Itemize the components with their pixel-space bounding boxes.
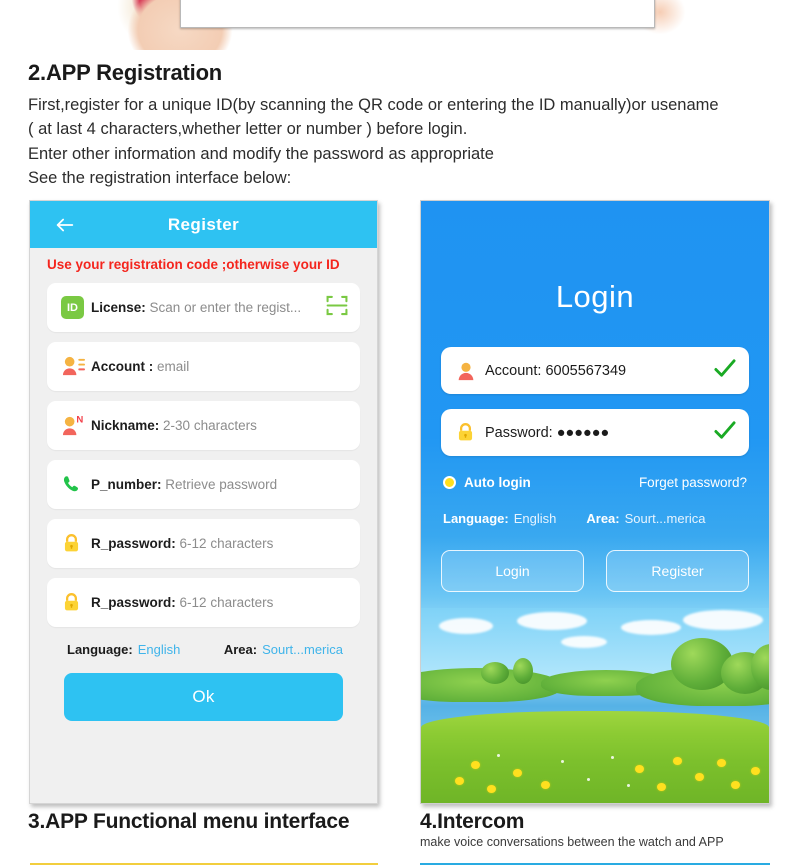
login-title: Login (555, 279, 635, 314)
auto-login-toggle[interactable]: Auto login (443, 475, 531, 490)
login-locale-row: Language: English Area: Sourt...merica (421, 490, 769, 526)
register-fields: ID License: Scan or enter the regist... (30, 277, 377, 803)
license-field-text: License: Scan or enter the regist... (91, 300, 301, 315)
article-line-3: Enter other information and modify the p… (28, 144, 494, 163)
register-button[interactable]: Register (606, 550, 749, 592)
account-label: Account : (91, 359, 154, 375)
login-screen: Login Account: 6005567349 Password: ●●●●… (420, 200, 770, 804)
password-value-2: 6-12 characters (179, 595, 274, 611)
login-options-row: Auto login Forget password? (421, 471, 769, 490)
page-title: 2.APP Registration (28, 60, 223, 85)
register-language-value[interactable]: English (138, 642, 181, 657)
article-block: 2.APP Registration First,register for a … (28, 60, 773, 190)
password-field-2[interactable]: R_password: 6-12 characters (47, 578, 360, 628)
password-field-2-text: R_password: 6-12 characters (91, 595, 273, 610)
license-value: Scan or enter the regist... (149, 300, 302, 316)
password-field-1[interactable]: R_password: 6-12 characters (47, 519, 360, 569)
license-field[interactable]: ID License: Scan or enter the regist... (47, 283, 360, 333)
login-account-value: 6005567349 (545, 362, 627, 379)
nickname-field-text: Nickname: 2-30 characters (91, 418, 257, 433)
article-line-4: See the registration interface below: (28, 168, 292, 187)
password-label-2: R_password: (91, 595, 176, 611)
register-screen: Register Use your registration code ;oth… (29, 200, 378, 804)
login-account-label: Account: (485, 362, 542, 379)
account-field[interactable]: Account : email (47, 342, 360, 392)
article-line-1: First,register for a unique ID(by scanni… (28, 96, 719, 114)
lock-icon (455, 422, 485, 443)
id-badge-icon: ID (61, 296, 91, 320)
login-area-value[interactable]: Sourt...merica (625, 511, 706, 526)
login-password-label: Password: (485, 424, 553, 441)
account-value: email (157, 359, 190, 375)
nickname-label: Nickname: (91, 418, 160, 434)
login-buttons-row: Login Register (421, 526, 769, 592)
nickname-value: 2-30 characters (163, 418, 257, 434)
article-line-2: ( at last 4 characters,whether letter or… (28, 120, 468, 139)
register-title: Register (167, 214, 240, 234)
phone-number-value: Retrieve password (165, 477, 278, 493)
ok-button-wrap: Ok (47, 657, 360, 722)
login-area-label: Area: (586, 511, 620, 526)
section-4-subtitle: make voice conversations between the wat… (420, 835, 724, 849)
nickname-person-icon: N (61, 414, 91, 437)
section-3-title: 3.APP Functional menu interface (28, 810, 350, 833)
login-language-value[interactable]: English (514, 511, 557, 526)
register-language-label: Language: (67, 642, 133, 658)
login-password-value: ●●●●●● (556, 424, 610, 441)
back-arrow-icon[interactable] (54, 214, 76, 236)
login-button[interactable]: Login (441, 550, 584, 592)
license-label: License: (91, 300, 146, 316)
auto-login-label: Auto login (464, 475, 531, 490)
registration-warning-text: Use your registration code ;otherwise yo… (47, 257, 340, 272)
account-person-icon (455, 360, 485, 382)
register-locale-row: Language: English Area: Sourt...merica (47, 637, 360, 657)
register-header: Register (30, 201, 377, 248)
login-account-field[interactable]: Account: 6005567349 (441, 347, 749, 394)
login-password-field[interactable]: Password: ●●●●●● (441, 409, 749, 456)
id-badge-label: ID (61, 296, 84, 320)
register-area-label: Area: (223, 642, 258, 658)
top-cropped-banner (0, 0, 800, 50)
nickname-field[interactable]: N Nickname: 2-30 characters (47, 401, 360, 451)
bottom-captions: 3.APP Functional menu interface 4.Interc… (0, 810, 800, 865)
password-field-1-text: R_password: 6-12 characters (91, 536, 273, 551)
login-language-label: Language: (443, 511, 509, 526)
phone-icon (61, 474, 91, 495)
register-area-value[interactable]: Sourt...merica (262, 642, 343, 657)
account-field-text: Account : email (91, 359, 189, 374)
svg-text:N: N (76, 415, 83, 426)
forget-password-link[interactable]: Forget password? (639, 475, 747, 490)
section-3-caption: 3.APP Functional menu interface (28, 810, 350, 834)
password-label-1: R_password: (91, 536, 176, 552)
lock-icon (61, 592, 91, 613)
radio-icon (443, 476, 456, 489)
login-password-text: Password: ●●●●●● (485, 425, 609, 441)
green-check-icon (713, 357, 736, 385)
green-check-icon (713, 419, 736, 447)
account-person-icon (61, 355, 91, 378)
password-value-1: 6-12 characters (179, 536, 274, 552)
login-fields: Account: 6005567349 Password: ●●●●●● (421, 315, 769, 456)
ok-button[interactable]: Ok (64, 673, 343, 722)
login-account-text: Account: 6005567349 (485, 363, 626, 379)
banner-white-box (180, 0, 655, 28)
phone-number-label: P_number: (91, 477, 162, 493)
section-4-caption: 4.Intercom make voice conversations betw… (420, 810, 724, 849)
phone-number-field-text: P_number: Retrieve password (91, 477, 277, 492)
qr-scan-icon[interactable] (325, 293, 349, 322)
phone-number-field[interactable]: P_number: Retrieve password (47, 460, 360, 510)
screenshots-row: Register Use your registration code ;oth… (0, 200, 800, 806)
login-content: Login Account: 6005567349 Password: ●●●●… (421, 201, 769, 803)
page-root: 2.APP Registration First,register for a … (0, 0, 800, 865)
section-4-title: 4.Intercom (420, 810, 525, 833)
lock-icon (61, 533, 91, 554)
